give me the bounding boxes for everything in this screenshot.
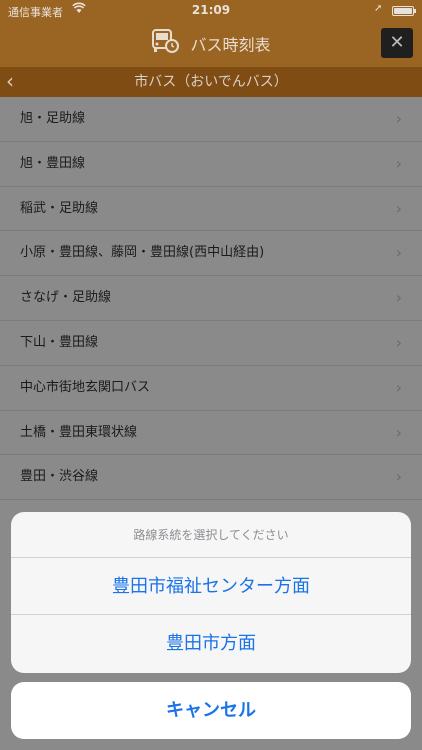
battery-icon — [392, 6, 416, 16]
route-label: 小原・豊田線、藤岡・豊田線(西中山経由) — [20, 245, 265, 261]
close-button[interactable]: ✕ — [381, 28, 413, 58]
route-label: 下山・豊田線 — [20, 334, 99, 350]
status-bar: 通信事業者 21:09 ➚ — [0, 0, 422, 22]
chevron-right-icon: › — [395, 109, 402, 128]
direction-option-welfare-center[interactable]: 豊田市福祉センター方面 — [11, 558, 411, 615]
bus-clock-icon — [151, 28, 180, 64]
action-sheet: 路線系統を選択してください 豊田市福祉センター方面 豊田市方面 — [11, 512, 411, 673]
chevron-right-icon: › — [395, 288, 402, 308]
chevron-right-icon: › — [395, 377, 402, 397]
list-item[interactable]: 豊田・渋谷線 › — [0, 455, 422, 501]
route-label: 中心市街地玄関口バス — [20, 379, 151, 395]
route-label: さなげ・足助線 — [20, 290, 112, 306]
list-item[interactable]: 土橋・豊田東環状線 › — [0, 410, 422, 456]
route-label: 稲武・足助線 — [20, 200, 99, 216]
route-label: 旭・豊田線 — [20, 155, 86, 171]
screen: 通信事業者 21:09 ➚ バス時刻表 ✕ ‹ 市バス（おいでんバス） 旭・足助… — [0, 0, 422, 750]
chevron-right-icon: › — [395, 422, 402, 442]
chevron-right-icon: › — [395, 153, 402, 173]
list-item[interactable]: 小原・豊田線、藤岡・豊田線(西中山経由) › — [0, 231, 422, 277]
route-category-bar: ‹ 市バス（おいでんバス） — [0, 67, 422, 97]
chevron-right-icon: › — [395, 332, 402, 352]
action-sheet-title: 路線系統を選択してください — [11, 512, 411, 558]
chevron-right-icon: › — [395, 198, 402, 218]
location-arrow-icon: ➚ — [374, 3, 383, 14]
app-header: 通信事業者 21:09 ➚ バス時刻表 ✕ — [0, 0, 422, 67]
list-item[interactable]: 稲武・足助線 › — [0, 186, 422, 232]
list-item[interactable]: 下山・豊田線 › — [0, 320, 422, 366]
list-item[interactable]: 旭・足助線 › — [0, 97, 422, 142]
page-title: バス時刻表 — [190, 35, 271, 55]
route-label: 旭・足助線 — [20, 111, 86, 126]
list-item[interactable]: さなげ・足助線 › — [0, 276, 422, 321]
chevron-right-icon: › — [395, 243, 402, 263]
back-chevron-icon[interactable]: ‹ — [6, 67, 14, 95]
category-title: 市バス（おいでんバス） — [134, 74, 288, 90]
list-item[interactable]: 中心市街地玄関口バス › — [0, 365, 422, 411]
app-title: バス時刻表 — [0, 28, 422, 58]
clock: 21:09 — [191, 3, 231, 17]
direction-option-toyota-city[interactable]: 豊田市方面 — [11, 615, 411, 672]
route-label: 土橋・豊田東環状線 — [20, 424, 138, 440]
cancel-button[interactable]: キャンセル — [11, 682, 411, 739]
chevron-right-icon: › — [395, 467, 402, 487]
route-label: 豊田・渋谷線 — [20, 469, 99, 485]
list-item[interactable]: 旭・豊田線 › — [0, 141, 422, 187]
route-list: 旭・足助線 › 旭・豊田線 › 稲武・足助線 › 小原・豊田線、藤岡・豊田線(西… — [0, 97, 422, 501]
